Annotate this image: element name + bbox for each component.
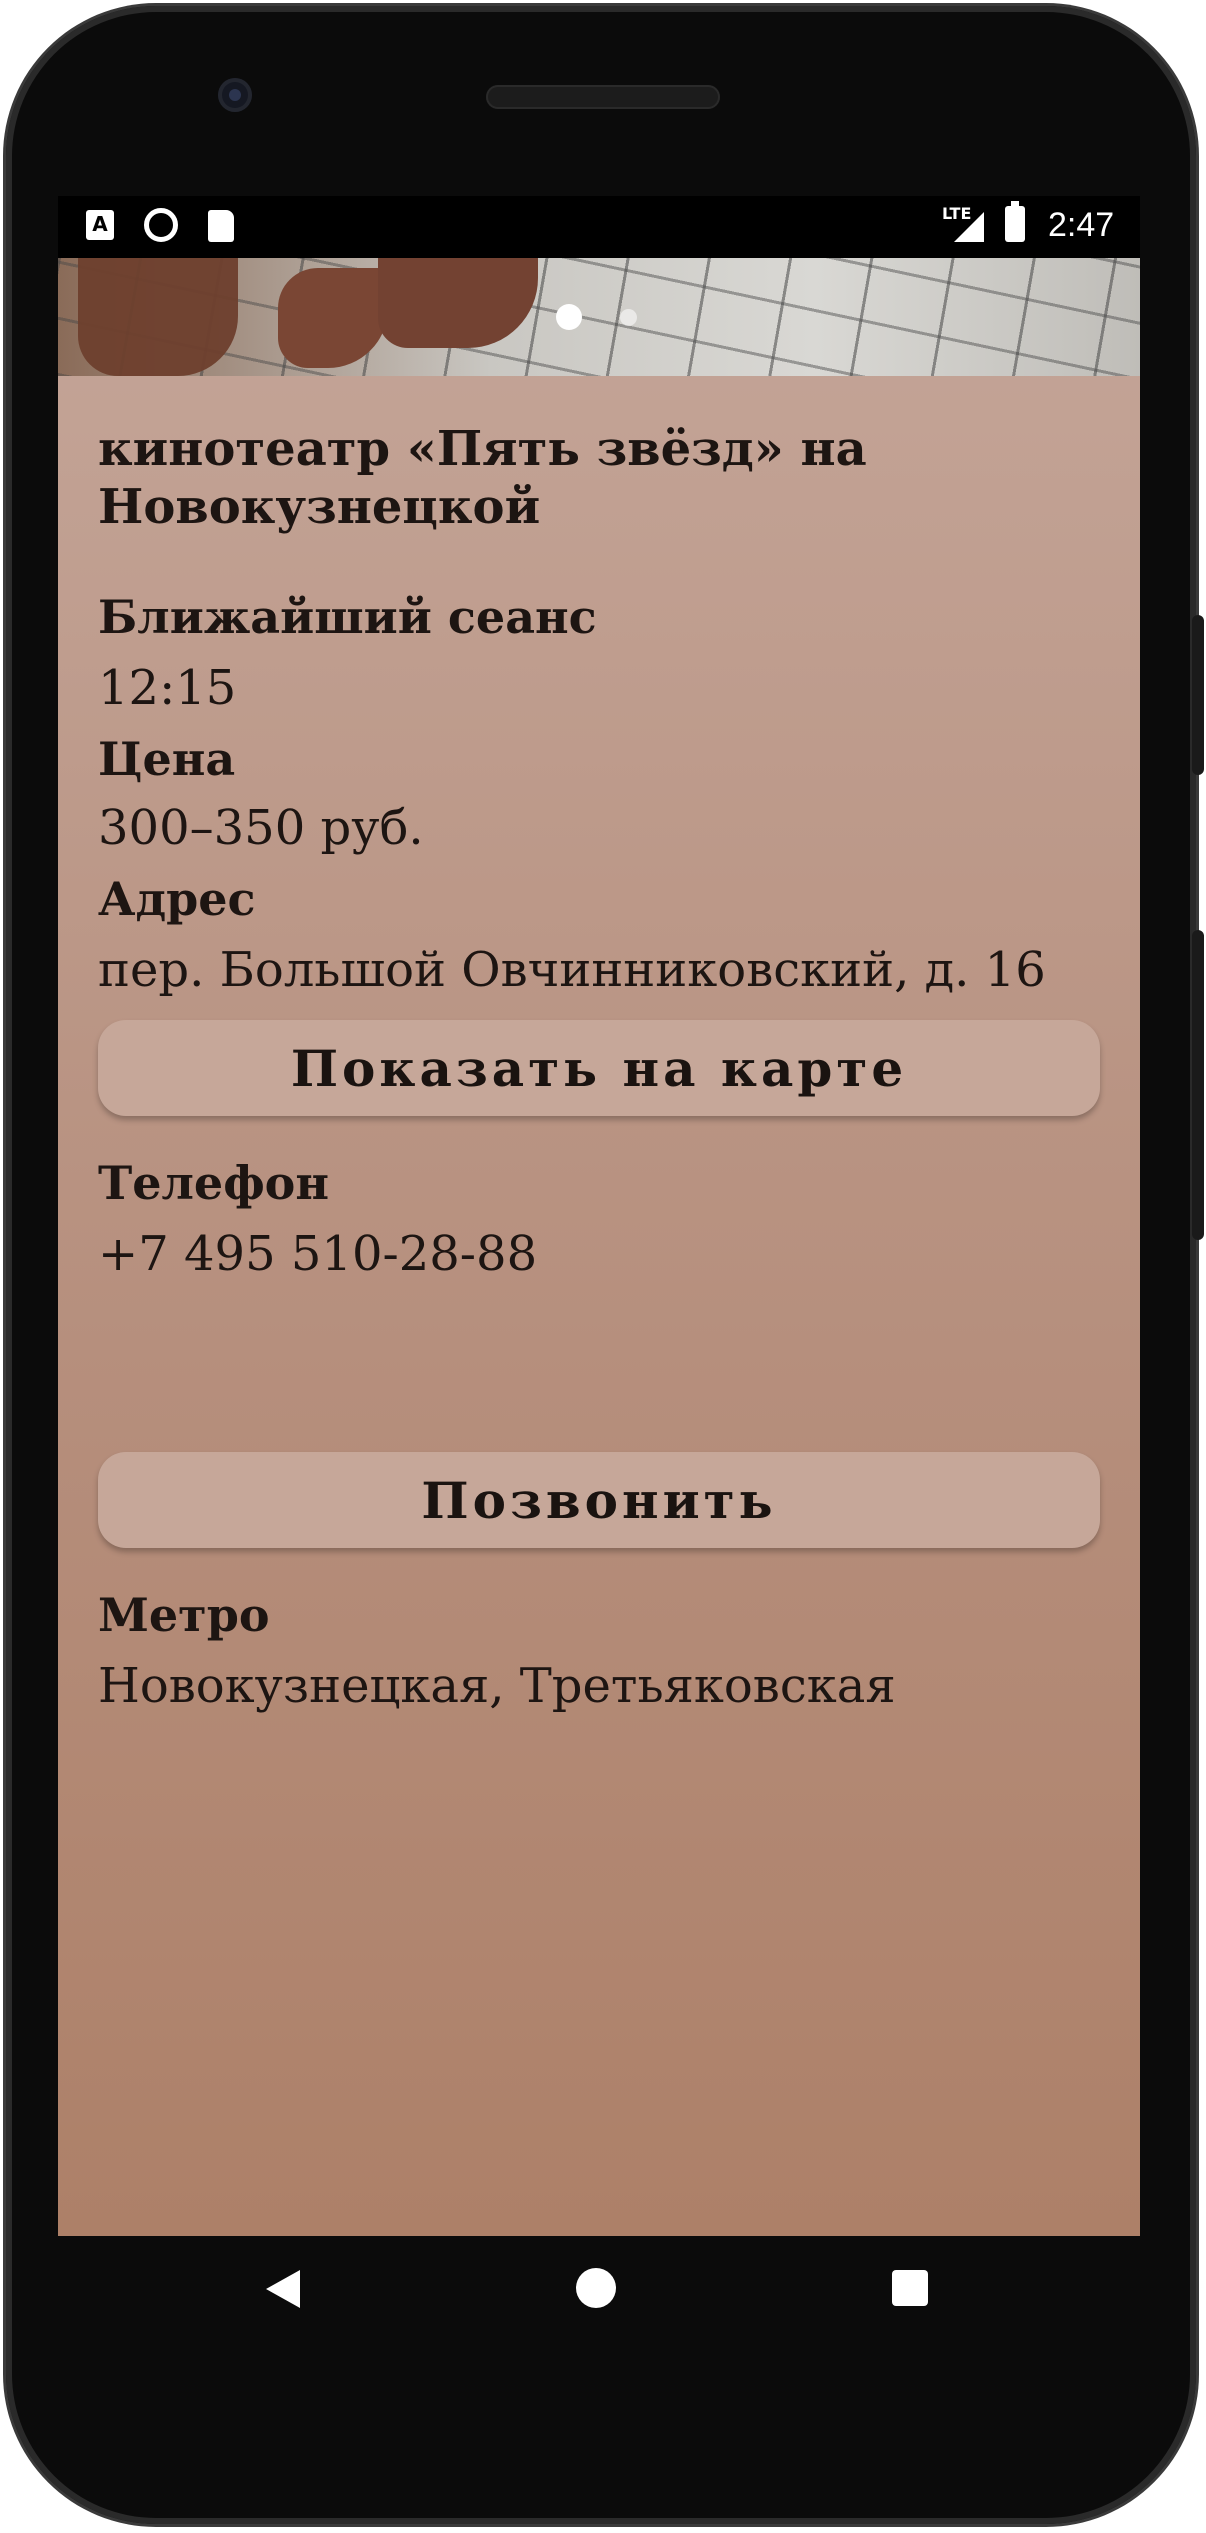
sd-card-icon xyxy=(208,210,234,242)
show-on-map-button[interactable]: Показать на карте xyxy=(98,1020,1100,1116)
phone-label: Телефон xyxy=(98,1156,330,1210)
home-icon[interactable] xyxy=(576,2268,616,2308)
price-value: 300–350 руб. xyxy=(98,800,424,856)
power-button xyxy=(1192,615,1204,775)
signal-icon xyxy=(954,212,984,242)
venue-photo-carousel[interactable] xyxy=(58,258,1140,376)
next-session-label: Ближайший сеанс xyxy=(98,590,597,644)
front-camera xyxy=(218,78,252,112)
carousel-dot-active[interactable] xyxy=(556,304,582,330)
price-label: Цена xyxy=(98,732,236,786)
volume-button xyxy=(1192,930,1204,1240)
recents-icon[interactable] xyxy=(892,2270,928,2306)
address-label: Адрес xyxy=(98,872,256,926)
photo-chair xyxy=(378,258,538,348)
metro-value: Новокузнецкая, Третьяковская xyxy=(98,1658,896,1714)
venue-title: кинотеатр «Пять звёзд» на Новокузнецкой xyxy=(98,421,867,535)
metro-label: Метро xyxy=(98,1588,270,1642)
a-notification-icon: A xyxy=(86,210,114,240)
carousel-dot[interactable] xyxy=(620,309,637,326)
address-value: пер. Большой Овчинниковский, д. 16 xyxy=(98,942,1046,998)
call-button[interactable]: Позвонить xyxy=(98,1452,1100,1548)
status-bar: A LTE 2:47 xyxy=(58,196,1140,258)
carousel-indicator xyxy=(58,304,1140,330)
status-time: 2:47 xyxy=(1048,206,1115,244)
earpiece-speaker xyxy=(486,85,720,109)
next-session-value: 12:15 xyxy=(98,660,237,716)
phone-value: +7 495 510-28-88 xyxy=(98,1226,538,1282)
record-icon xyxy=(144,208,178,242)
battery-icon xyxy=(1005,201,1025,242)
back-icon[interactable] xyxy=(266,2270,300,2308)
venue-details-screen[interactable]: кинотеатр «Пять звёзд» на Новокузнецкой … xyxy=(58,258,1140,2236)
screen: A LTE 2:47 кинотеатр «Пять звёзд» на Нов… xyxy=(58,196,1140,2236)
